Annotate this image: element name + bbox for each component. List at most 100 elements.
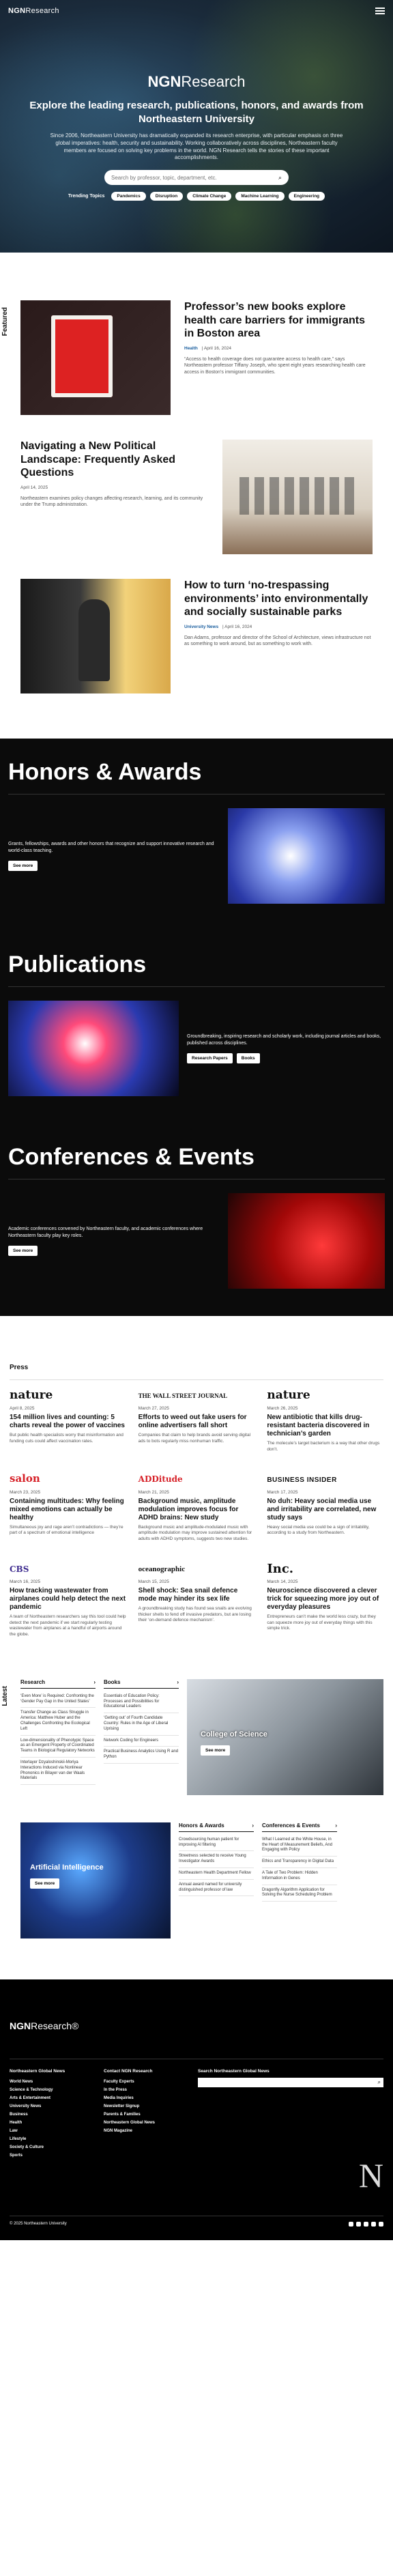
press-card[interactable]: CBS March 16, 2025 How tracking wastewater… (10, 1562, 126, 1638)
footer-link[interactable]: Science & Technology (10, 2086, 91, 2094)
college-of-science-card[interactable]: College of Science See more (187, 1678, 383, 1795)
footer-link[interactable]: NGN Magazine (104, 2127, 186, 2135)
footer-column-title[interactable]: Contact NGN Research (104, 2069, 186, 2074)
press-date: March 23, 2025 (10, 1489, 41, 1495)
list-item[interactable]: Network Coding for Engineers (104, 1736, 179, 1747)
college-see-more-button[interactable]: See more (201, 1745, 231, 1756)
search-input[interactable] (111, 174, 274, 181)
footer-link[interactable]: Health (10, 2119, 91, 2127)
arrow-right-icon[interactable]: › (177, 1679, 179, 1685)
press-title[interactable]: New antibiotic that kills drug-resistant… (267, 1414, 383, 1438)
list-item[interactable]: Annual award named for university distin… (179, 1880, 254, 1897)
instagram-icon[interactable] (364, 2221, 368, 2227)
list-item[interactable]: ‘Even More’ is Required: Confronting the… (20, 1691, 96, 1708)
facebook-icon[interactable] (349, 2221, 353, 2227)
footer-link[interactable]: World News (10, 2078, 91, 2086)
arrow-right-icon[interactable]: › (335, 1822, 337, 1829)
category-tag[interactable]: Health (184, 346, 198, 351)
list-item[interactable]: A Tale of Two Problem: Hidden Informatio… (262, 1868, 337, 1885)
footer-column-title[interactable]: Northeastern Global News (10, 2069, 91, 2074)
list-item[interactable]: What I Learned at the White House, in th… (262, 1835, 337, 1857)
press-title[interactable]: Containing multitudes: Why feeling mixed… (10, 1498, 126, 1522)
press-card[interactable]: ADDitude March 21, 2025 Background music, … (139, 1472, 255, 1543)
press-card[interactable]: oceanographic March 15, 2025 Shell shock: … (139, 1562, 255, 1638)
press-title[interactable]: Neuroscience discovered a clever trick f… (267, 1587, 383, 1612)
footer-search-input[interactable]: ⌕ (198, 2077, 383, 2087)
hero-title: Explore the leading research, publicatio… (29, 100, 364, 125)
topic-chip[interactable]: Engineering (288, 192, 325, 201)
footer-link[interactable]: In the Press (104, 2086, 186, 2094)
youtube-icon[interactable] (371, 2221, 376, 2227)
list-item[interactable]: Low-dimensionality of Phenotypic Space a… (20, 1736, 96, 1758)
top-logo[interactable]: NGNResearch (8, 7, 59, 15)
featured-card[interactable]: Professor’s new books explore health car… (20, 300, 373, 415)
featured-card[interactable]: How to turn ‘no-trespassing environments… (20, 579, 373, 693)
press-title[interactable]: Background music, amplitude modulation i… (139, 1498, 255, 1522)
list-item[interactable]: Crowdsourcing human patient for improvin… (179, 1835, 254, 1852)
footer-link[interactable]: Business (10, 2110, 91, 2119)
press-title[interactable]: Shell shock: Sea snail defence mode may … (139, 1587, 255, 1603)
conferences-see-more-button[interactable]: See more (8, 1246, 38, 1257)
research-heading[interactable]: Research (20, 1679, 45, 1685)
footer-link[interactable]: Lifestyle (10, 2135, 91, 2143)
list-item[interactable]: Streetness selected to receive Young Inv… (179, 1851, 254, 1869)
research-papers-button[interactable]: Research Papers (187, 1053, 233, 1064)
featured-title[interactable]: How to turn ‘no-trespassing environments… (184, 579, 373, 619)
press-card[interactable]: nature April 8, 2025 154 million lives and… (10, 1388, 126, 1453)
press-title[interactable]: No duh: Heavy social media use and irrit… (267, 1498, 383, 1522)
footer-link[interactable]: Media Inquiries (104, 2094, 186, 2102)
books-button[interactable]: Books (236, 1053, 260, 1064)
arrow-right-icon[interactable]: › (93, 1679, 96, 1685)
topic-chip[interactable]: Disruption (149, 192, 184, 201)
topic-chip[interactable]: Climate Change (187, 192, 232, 201)
press-title[interactable]: How tracking wastewater from airplanes c… (10, 1587, 126, 1612)
list-item[interactable]: ‘Getting out’ of Fourth Candidate Countr… (104, 1713, 179, 1736)
press-title[interactable]: 154 million lives and counting: 5 charts… (10, 1414, 126, 1430)
list-item[interactable]: Interlayer Dzyaloshinskii-Moriya Interac… (20, 1758, 96, 1786)
press-title[interactable]: Efforts to weed out fake users for onlin… (139, 1414, 255, 1430)
featured-card[interactable]: Navigating a New Political Landscape: Fr… (20, 440, 373, 554)
search-icon[interactable]: ⌕ (378, 2079, 381, 2086)
list-item[interactable]: Northeastern Health Department Fellow (179, 1868, 254, 1880)
books-heading[interactable]: Books (104, 1679, 120, 1685)
ai-see-more-button[interactable]: See more (30, 1878, 60, 1889)
footer-link[interactable]: Northeastern Global News (104, 2119, 186, 2127)
footer-link[interactable]: Law (10, 2127, 91, 2135)
conferences-heading[interactable]: Conferences & Events (262, 1822, 320, 1829)
search-icon[interactable]: ⌕ (278, 174, 282, 182)
footer-logo[interactable]: NGNResearch® (10, 2020, 383, 2031)
topic-chip[interactable]: Pandemics (111, 192, 146, 201)
press-card[interactable]: Inc. March 14, 2025 Neuroscience discovere… (267, 1562, 383, 1638)
featured-description: “Access to health coverage does not guar… (184, 356, 366, 375)
list-item[interactable]: Ethics and Transparency in Digital Data (262, 1857, 337, 1869)
featured-title[interactable]: Navigating a New Political Landscape: Fr… (20, 440, 209, 480)
list-item[interactable]: Dragonfly Algorithm Application for Solv… (262, 1885, 337, 1902)
list-item[interactable]: Essentials of Education Policy: Processe… (104, 1691, 179, 1714)
press-description: Simultaneous joy and rage aren’t contrad… (10, 1524, 123, 1536)
menu-icon[interactable] (375, 8, 385, 14)
list-item[interactable]: Transfer Change as Class Struggle in Ame… (20, 1708, 96, 1736)
featured-title[interactable]: Professor’s new books explore health car… (184, 300, 373, 341)
artificial-intelligence-card[interactable]: Artificial Intelligence See more (20, 1822, 171, 1938)
publication-logo: salon (10, 1472, 40, 1485)
arrow-right-icon[interactable]: › (252, 1822, 254, 1829)
footer-link[interactable]: Arts & Entertainment (10, 2094, 91, 2102)
honors-heading[interactable]: Honors & Awards (179, 1822, 224, 1829)
speaker-image (20, 579, 171, 693)
footer-link[interactable]: Newsletter Signup (104, 2102, 186, 2110)
press-card[interactable]: salon March 23, 2025 Containing multitudes… (10, 1472, 126, 1543)
footer-link[interactable]: Parents & Families (104, 2110, 186, 2119)
footer-link[interactable]: Society & Culture (10, 2143, 91, 2151)
twitter-icon[interactable] (356, 2221, 361, 2227)
footer-link[interactable]: University News (10, 2102, 91, 2110)
list-item[interactable]: Practical Business Analytics Using R and… (104, 1747, 179, 1764)
press-card[interactable]: THE WALL STREET JOURNAL March 27, 2025 Eff… (139, 1388, 255, 1453)
footer-link[interactable]: Sports (10, 2151, 91, 2160)
footer-link[interactable]: Faculty Experts (104, 2078, 186, 2086)
honors-see-more-button[interactable]: See more (8, 861, 38, 872)
press-card[interactable]: nature March 26, 2025 New antibiotic that … (267, 1388, 383, 1453)
topic-chip[interactable]: Machine Learning (235, 192, 285, 201)
press-card[interactable]: BUSINESS INSIDER March 17, 2025 No duh: He… (267, 1472, 383, 1543)
category-tag[interactable]: University News (184, 625, 218, 629)
linkedin-icon[interactable] (379, 2221, 383, 2227)
